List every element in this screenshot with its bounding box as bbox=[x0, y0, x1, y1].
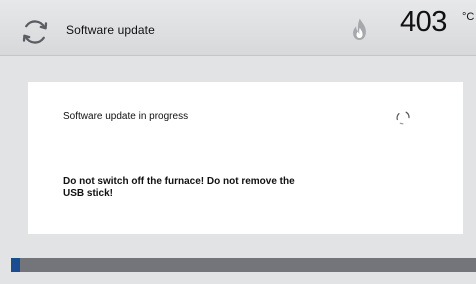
progress-fill bbox=[11, 258, 21, 272]
spinner-icon bbox=[396, 111, 410, 125]
warning-line-2: USB stick! bbox=[63, 188, 114, 199]
page-title: Software update bbox=[66, 23, 155, 37]
main-panel: Software update in progress Do not switc… bbox=[28, 82, 463, 234]
temperature-unit: °C bbox=[462, 11, 475, 23]
header-bar: Software update 403 °C bbox=[0, 0, 476, 56]
progress-bar bbox=[11, 258, 476, 272]
refresh-icon[interactable] bbox=[20, 17, 50, 47]
warning-message: Do not switch off the furnace! Do not re… bbox=[63, 176, 383, 200]
flame-icon bbox=[353, 18, 366, 40]
warning-line-1: Do not switch off the furnace! Do not re… bbox=[63, 176, 295, 187]
status-message: Software update in progress bbox=[63, 111, 189, 122]
header-divider bbox=[0, 55, 476, 56]
temperature-value: 403 bbox=[400, 6, 447, 38]
